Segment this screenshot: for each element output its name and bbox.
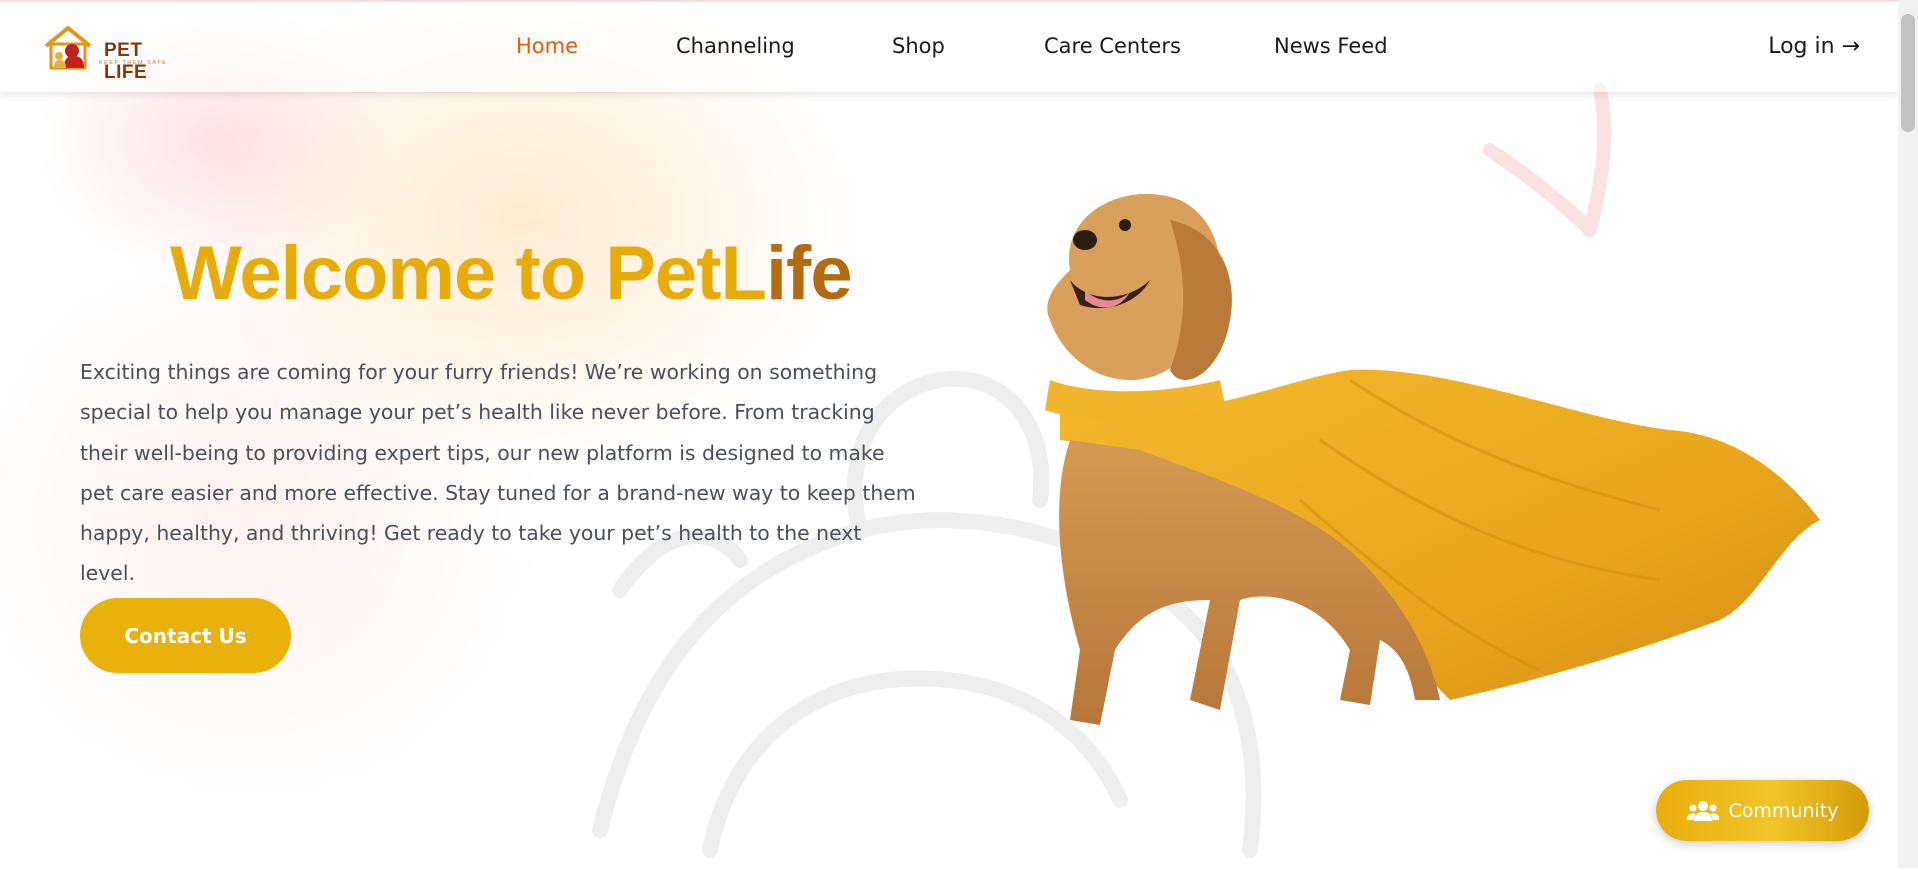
users-icon xyxy=(1686,800,1719,821)
hero-description: Exciting things are coming for your furr… xyxy=(80,360,916,586)
community-button[interactable]: Community xyxy=(1656,780,1869,841)
page-scrollbar[interactable] xyxy=(1898,0,1918,868)
top-navbar: PET LIFE KEEP THEM SAFE Home Channeling … xyxy=(0,0,1898,92)
hero-title-part2: ife xyxy=(765,231,853,316)
nav-home[interactable]: Home xyxy=(516,34,578,58)
contact-us-button[interactable]: Contact Us xyxy=(80,598,291,673)
nav-care-centers[interactable]: Care Centers xyxy=(1044,34,1181,58)
brand-logo[interactable]: PET LIFE KEEP THEM SAFE xyxy=(42,24,172,83)
nav-channeling[interactable]: Channeling xyxy=(676,34,795,58)
house-pets-logo-icon xyxy=(44,26,92,70)
community-label: Community xyxy=(1728,799,1839,822)
scrollbar-thumb[interactable] xyxy=(1901,14,1915,132)
hero-title: Welcome to PetLife xyxy=(170,230,853,317)
nav-shop[interactable]: Shop xyxy=(892,34,945,58)
caped-dog-illustration xyxy=(1045,193,1820,725)
brand-tagline: KEEP THEM SAFE xyxy=(99,60,168,66)
nav-news-feed[interactable]: News Feed xyxy=(1274,34,1388,58)
login-link[interactable]: Log in → xyxy=(1768,34,1860,59)
hero-title-part1: Welcome to PetL xyxy=(170,231,767,316)
